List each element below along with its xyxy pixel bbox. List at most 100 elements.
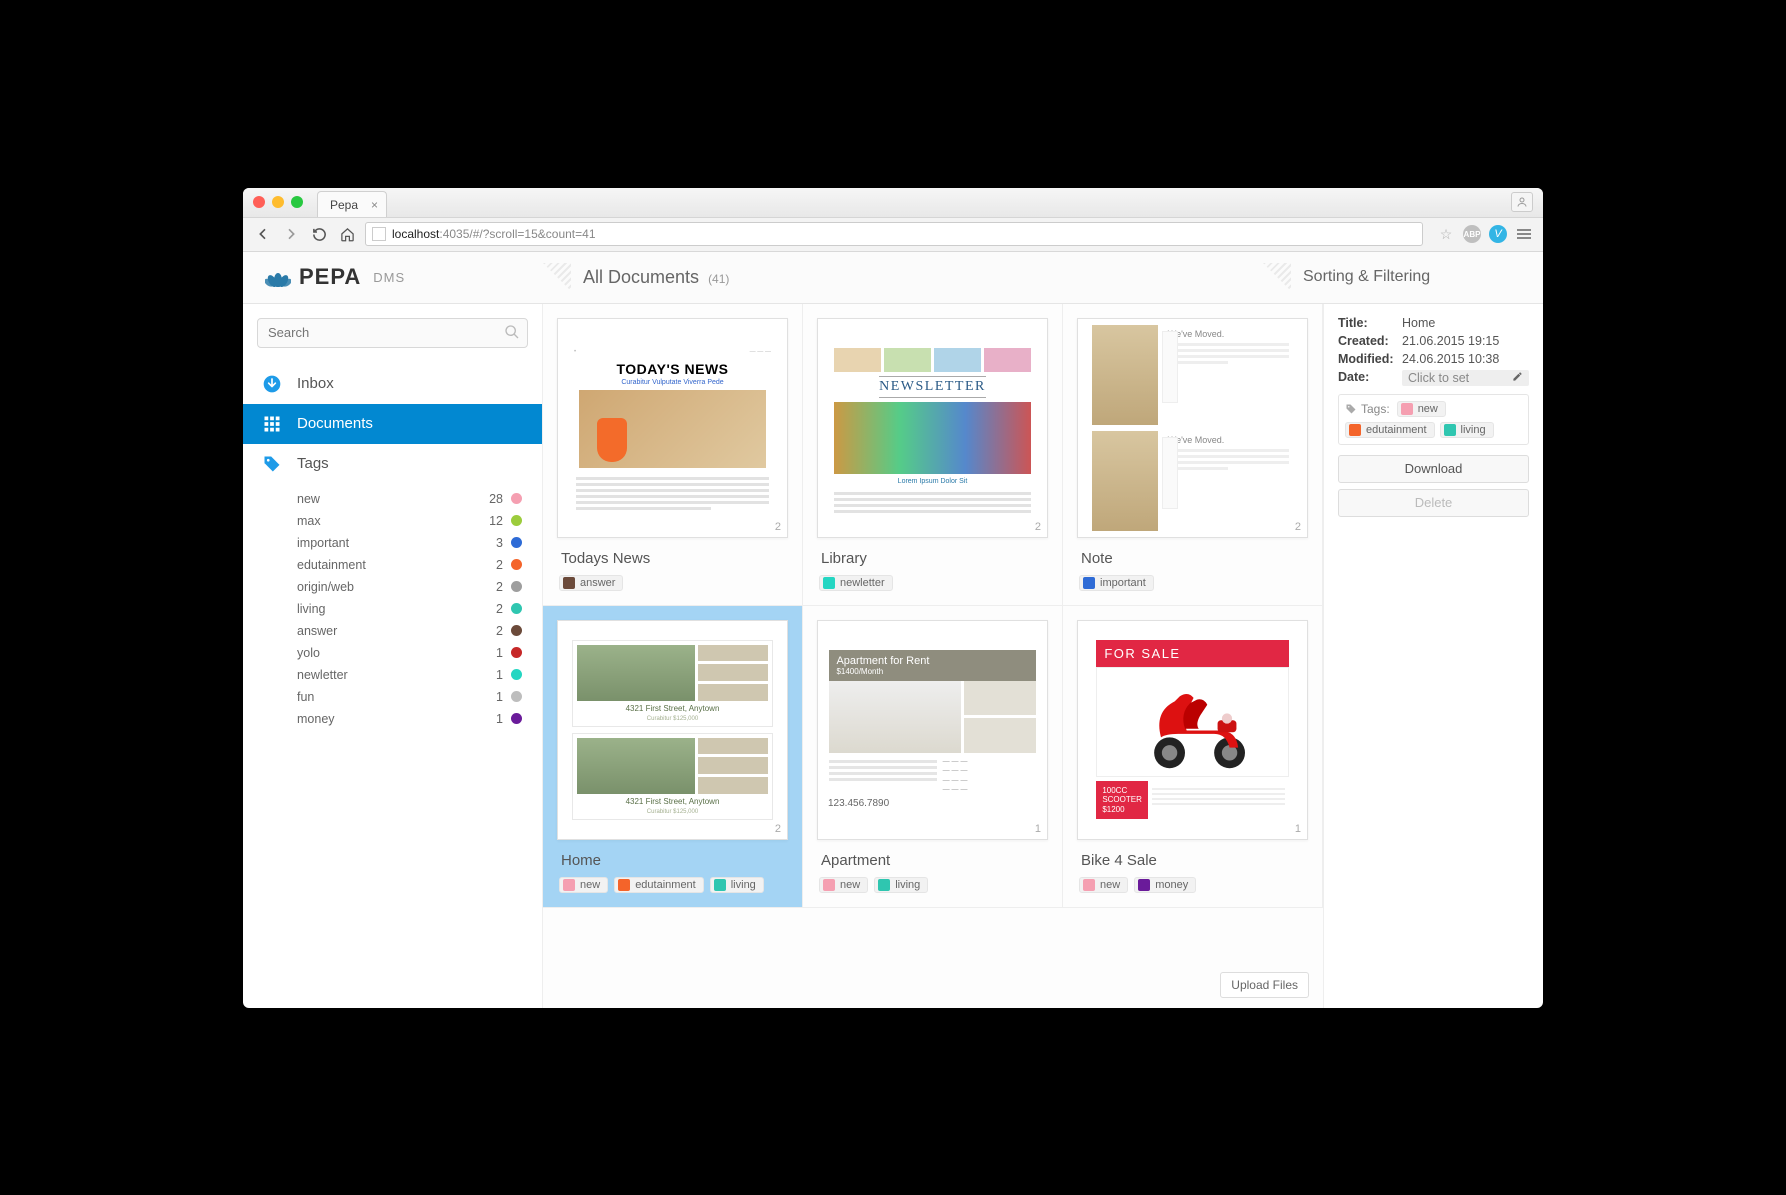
tag-chip-color <box>1083 879 1095 891</box>
menu-icon[interactable] <box>1515 225 1533 243</box>
sidebar-tag-item[interactable]: fun1 <box>297 686 542 708</box>
browser-toolbar: localhost:4035/#/?scroll=15&count=41 ☆ A… <box>243 218 1543 252</box>
tag-chip[interactable]: new <box>1397 401 1446 417</box>
sidebar-item-tags[interactable]: Tags <box>243 444 542 484</box>
reload-icon[interactable] <box>309 224 329 244</box>
document-card[interactable]: 4321 First Street, AnytownCurabitur $125… <box>543 606 803 908</box>
sidebar-tag-item[interactable]: origin/web2 <box>297 576 542 598</box>
sidebar-item-inbox[interactable]: Inbox <box>243 364 542 404</box>
tag-chip-color <box>878 879 890 891</box>
details-panel: Title:Home Created:21.06.2015 19:15 Modi… <box>1323 304 1543 1008</box>
tag-color-dot <box>511 559 522 570</box>
tag-chip[interactable]: edutainment <box>614 877 704 893</box>
sidebar-tag-item[interactable]: important3 <box>297 532 542 554</box>
tag-chip[interactable]: new <box>1079 877 1128 893</box>
forward-icon[interactable] <box>281 224 301 244</box>
back-icon[interactable] <box>253 224 273 244</box>
tag-chip-label: newletter <box>840 577 885 589</box>
document-card[interactable]: •— — — TODAY'S NEWSCurabitur Vulputate V… <box>543 304 803 606</box>
tag-chip-color <box>823 577 835 589</box>
sidebar-tag-item[interactable]: money1 <box>297 708 542 730</box>
sidebar-tag-item[interactable]: max12 <box>297 510 542 532</box>
tag-chip[interactable]: new <box>819 877 868 893</box>
app-header: PEPA DMS All Documents (41) Sorting & Fi… <box>243 252 1543 304</box>
sidebar-tag-item[interactable]: new28 <box>297 488 542 510</box>
tag-chip[interactable]: newletter <box>819 575 893 591</box>
tag-chip-label: new <box>1418 403 1438 415</box>
tag-chip[interactable]: important <box>1079 575 1154 591</box>
sidebar-item-documents[interactable]: Documents <box>243 404 542 444</box>
tag-count: 12 <box>489 514 503 528</box>
tag-name: origin/web <box>297 580 354 594</box>
vimium-extension-icon[interactable]: V <box>1489 225 1507 243</box>
tag-chip-label: edutainment <box>635 879 696 891</box>
document-thumbnail[interactable]: 4321 First Street, AnytownCurabitur $125… <box>557 620 788 840</box>
logo[interactable]: PEPA DMS <box>243 264 543 290</box>
sidebar-tag-item[interactable]: edutainment2 <box>297 554 542 576</box>
download-button[interactable]: Download <box>1338 455 1529 483</box>
sidebar-tag-item[interactable]: living2 <box>297 598 542 620</box>
sidebar-tag-item[interactable]: yolo1 <box>297 642 542 664</box>
tag-color-dot <box>511 625 522 636</box>
tag-name: answer <box>297 624 337 638</box>
document-card[interactable]: FOR SALE 100CCSCOOTER$1200 1 Bike 4 Sale n… <box>1063 606 1323 908</box>
tag-count: 1 <box>496 668 503 682</box>
document-title: Library <box>821 550 1048 567</box>
abp-extension-icon[interactable]: ABP <box>1463 225 1481 243</box>
tag-color-dot <box>511 603 522 614</box>
tag-name: newletter <box>297 668 348 682</box>
url-host: localhost <box>392 227 439 241</box>
tag-chip[interactable]: edutainment <box>1345 422 1435 438</box>
tag-name: money <box>297 712 335 726</box>
sidebar-tag-item[interactable]: newletter 1 <box>297 664 542 686</box>
document-card[interactable]: We've Moved. We've Moved. 2Noteimportant <box>1063 304 1323 606</box>
document-tags: new money <box>1077 877 1308 893</box>
date-set-input[interactable]: Click to set <box>1402 370 1529 386</box>
tag-color-dot <box>511 515 522 526</box>
document-card[interactable]: NEWSLETTERLorem Ipsum Dolor Sit 2 Library… <box>803 304 1063 606</box>
detail-tags-box[interactable]: Tags: newedutainmentliving <box>1338 394 1529 445</box>
page-title-count: (41) <box>708 272 729 286</box>
document-tags: new edutainment living <box>557 877 788 893</box>
inbox-icon <box>261 373 283 395</box>
search-icon[interactable] <box>504 324 520 345</box>
document-title: Bike 4 Sale <box>1081 852 1308 869</box>
document-thumbnail[interactable]: NEWSLETTERLorem Ipsum Dolor Sit 2 <box>817 318 1048 538</box>
document-thumbnail[interactable]: We've Moved. We've Moved. 2 <box>1077 318 1308 538</box>
close-window-icon[interactable] <box>253 196 265 208</box>
tag-chip[interactable]: living <box>874 877 928 893</box>
document-thumbnail[interactable]: Apartment for Rent$1400/Month — — —— — —… <box>817 620 1048 840</box>
tag-chip[interactable]: living <box>710 877 764 893</box>
tag-chip-label: new <box>840 879 860 891</box>
browser-tab[interactable]: Pepa × <box>317 191 387 217</box>
detail-row-title: Title:Home <box>1338 316 1529 330</box>
tag-chip[interactable]: money <box>1134 877 1196 893</box>
sidebar-tag-item[interactable]: answer2 <box>297 620 542 642</box>
close-tab-icon[interactable]: × <box>371 198 378 212</box>
detail-value: Home <box>1402 316 1435 330</box>
home-icon[interactable] <box>337 224 357 244</box>
tag-chip-color <box>1444 424 1456 436</box>
tag-chip[interactable]: living <box>1440 422 1494 438</box>
tag-chip[interactable]: answer <box>559 575 623 591</box>
maximize-window-icon[interactable] <box>291 196 303 208</box>
address-bar[interactable]: localhost:4035/#/?scroll=15&count=41 <box>365 222 1423 246</box>
tag-count: 3 <box>496 536 503 550</box>
document-tags: new living <box>817 877 1048 893</box>
search-input[interactable] <box>257 318 528 348</box>
page-title: All Documents (41) <box>583 267 1263 288</box>
tag-chip[interactable]: new <box>559 877 608 893</box>
delete-button[interactable]: Delete <box>1338 489 1529 517</box>
tag-chip-label: answer <box>580 577 615 589</box>
bookmark-star-icon[interactable]: ☆ <box>1437 225 1455 243</box>
minimize-window-icon[interactable] <box>272 196 284 208</box>
sorting-filtering-link[interactable]: Sorting & Filtering <box>1303 268 1543 286</box>
window-controls <box>253 196 303 208</box>
detail-value: 24.06.2015 10:38 <box>1402 352 1499 366</box>
document-thumbnail[interactable]: FOR SALE 100CCSCOOTER$1200 1 <box>1077 620 1308 840</box>
tab-title: Pepa <box>330 198 358 212</box>
document-thumbnail[interactable]: •— — — TODAY'S NEWSCurabitur Vulputate V… <box>557 318 788 538</box>
profile-icon[interactable] <box>1511 192 1533 212</box>
upload-files-button[interactable]: Upload Files <box>1220 972 1309 998</box>
document-card[interactable]: Apartment for Rent$1400/Month — — —— — —… <box>803 606 1063 908</box>
